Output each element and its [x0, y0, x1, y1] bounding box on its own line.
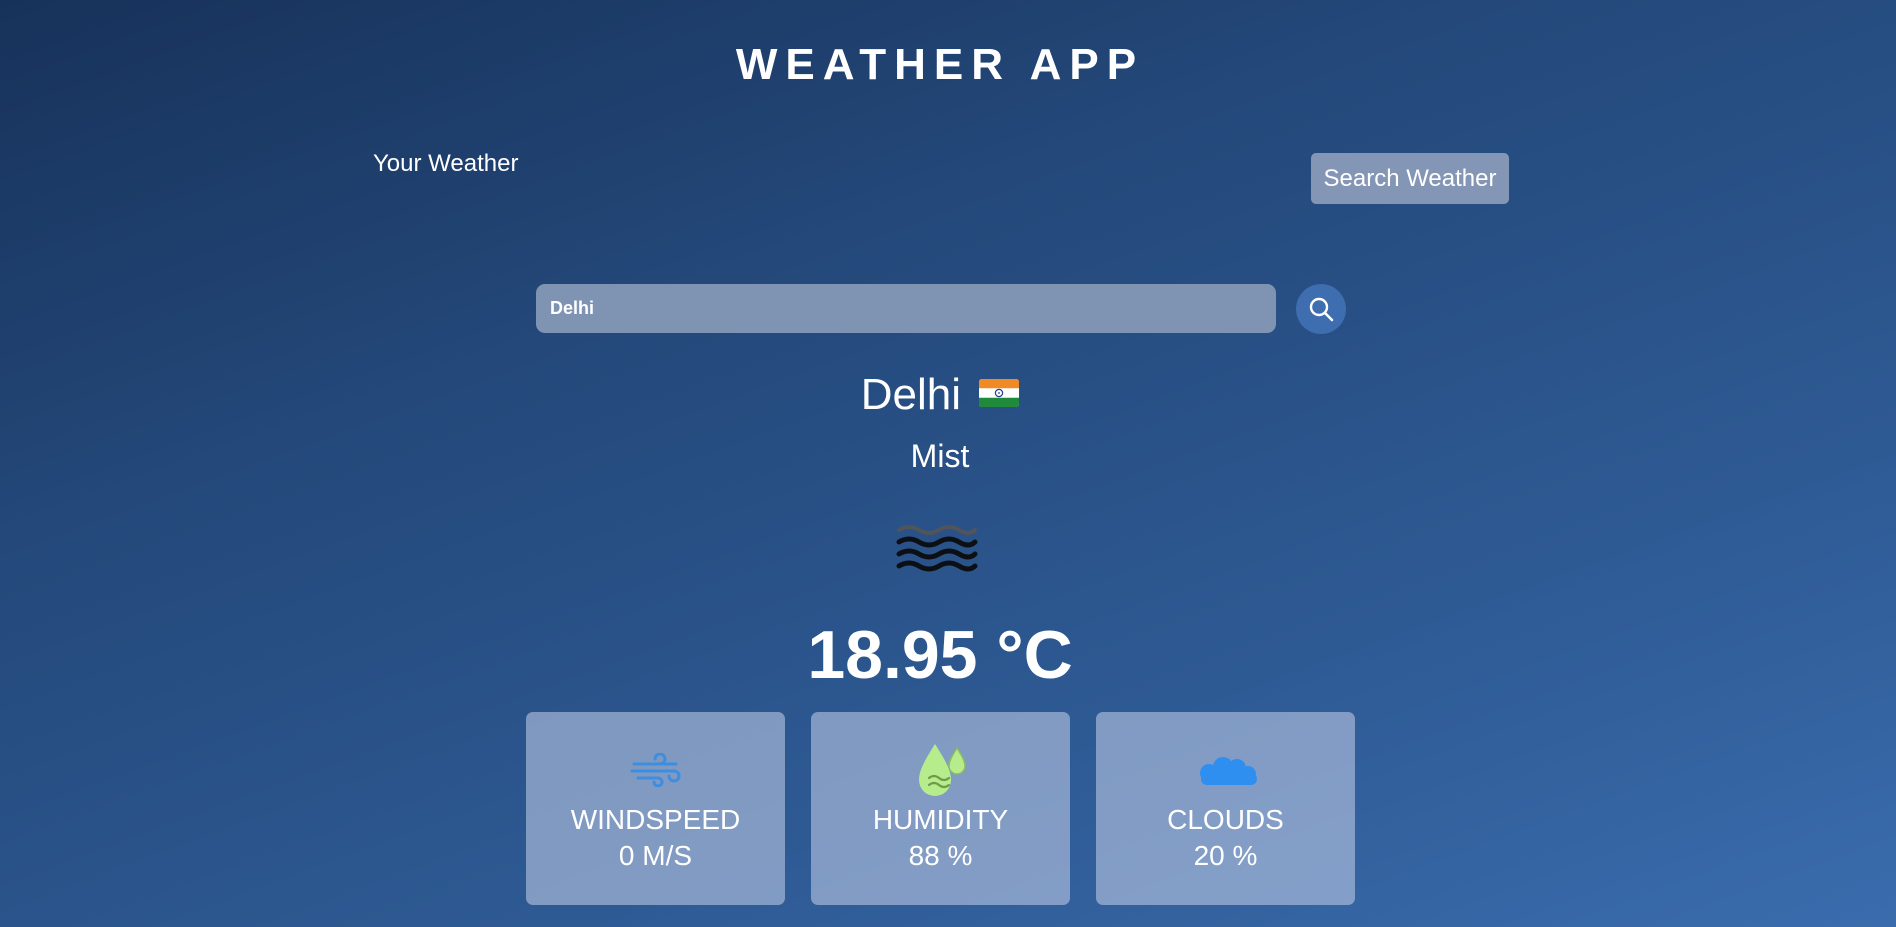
search-button[interactable]: [1296, 284, 1346, 334]
humidity-value: 88 %: [908, 840, 973, 871]
temperature: 18.95 °C: [807, 617, 1073, 693]
stat-card-clouds: CLOUDS 20 %: [1096, 712, 1355, 905]
weather-condition: Mist: [910, 438, 970, 474]
tab-search-weather[interactable]: Search Weather: [1311, 153, 1509, 204]
app-title: WEATHER APP: [735, 40, 1145, 89]
clouds-value: 20 %: [1193, 840, 1258, 871]
windspeed-label: WINDSPEED: [570, 804, 741, 835]
cloud-icon: [1199, 757, 1257, 785]
tab-your-weather[interactable]: Your Weather: [373, 150, 518, 178]
city-heading: Delhi: [0, 370, 1880, 420]
city-name: Delhi: [860, 370, 962, 419]
stat-card-windspeed: WINDSPEED 0 M/S: [526, 712, 785, 905]
search-icon: [1309, 297, 1334, 322]
search-input[interactable]: [536, 284, 1276, 333]
windspeed-value: 0 M/S: [618, 840, 693, 871]
clouds-label: CLOUDS: [1167, 804, 1284, 835]
wind-icon: [630, 753, 680, 787]
mist-icon: [896, 525, 978, 572]
humidity-label: HUMIDITY: [872, 804, 1009, 835]
stat-card-humidity: HUMIDITY 88 %: [811, 712, 1070, 905]
humidity-icon: [918, 744, 966, 796]
india-flag-icon: [979, 379, 1020, 408]
